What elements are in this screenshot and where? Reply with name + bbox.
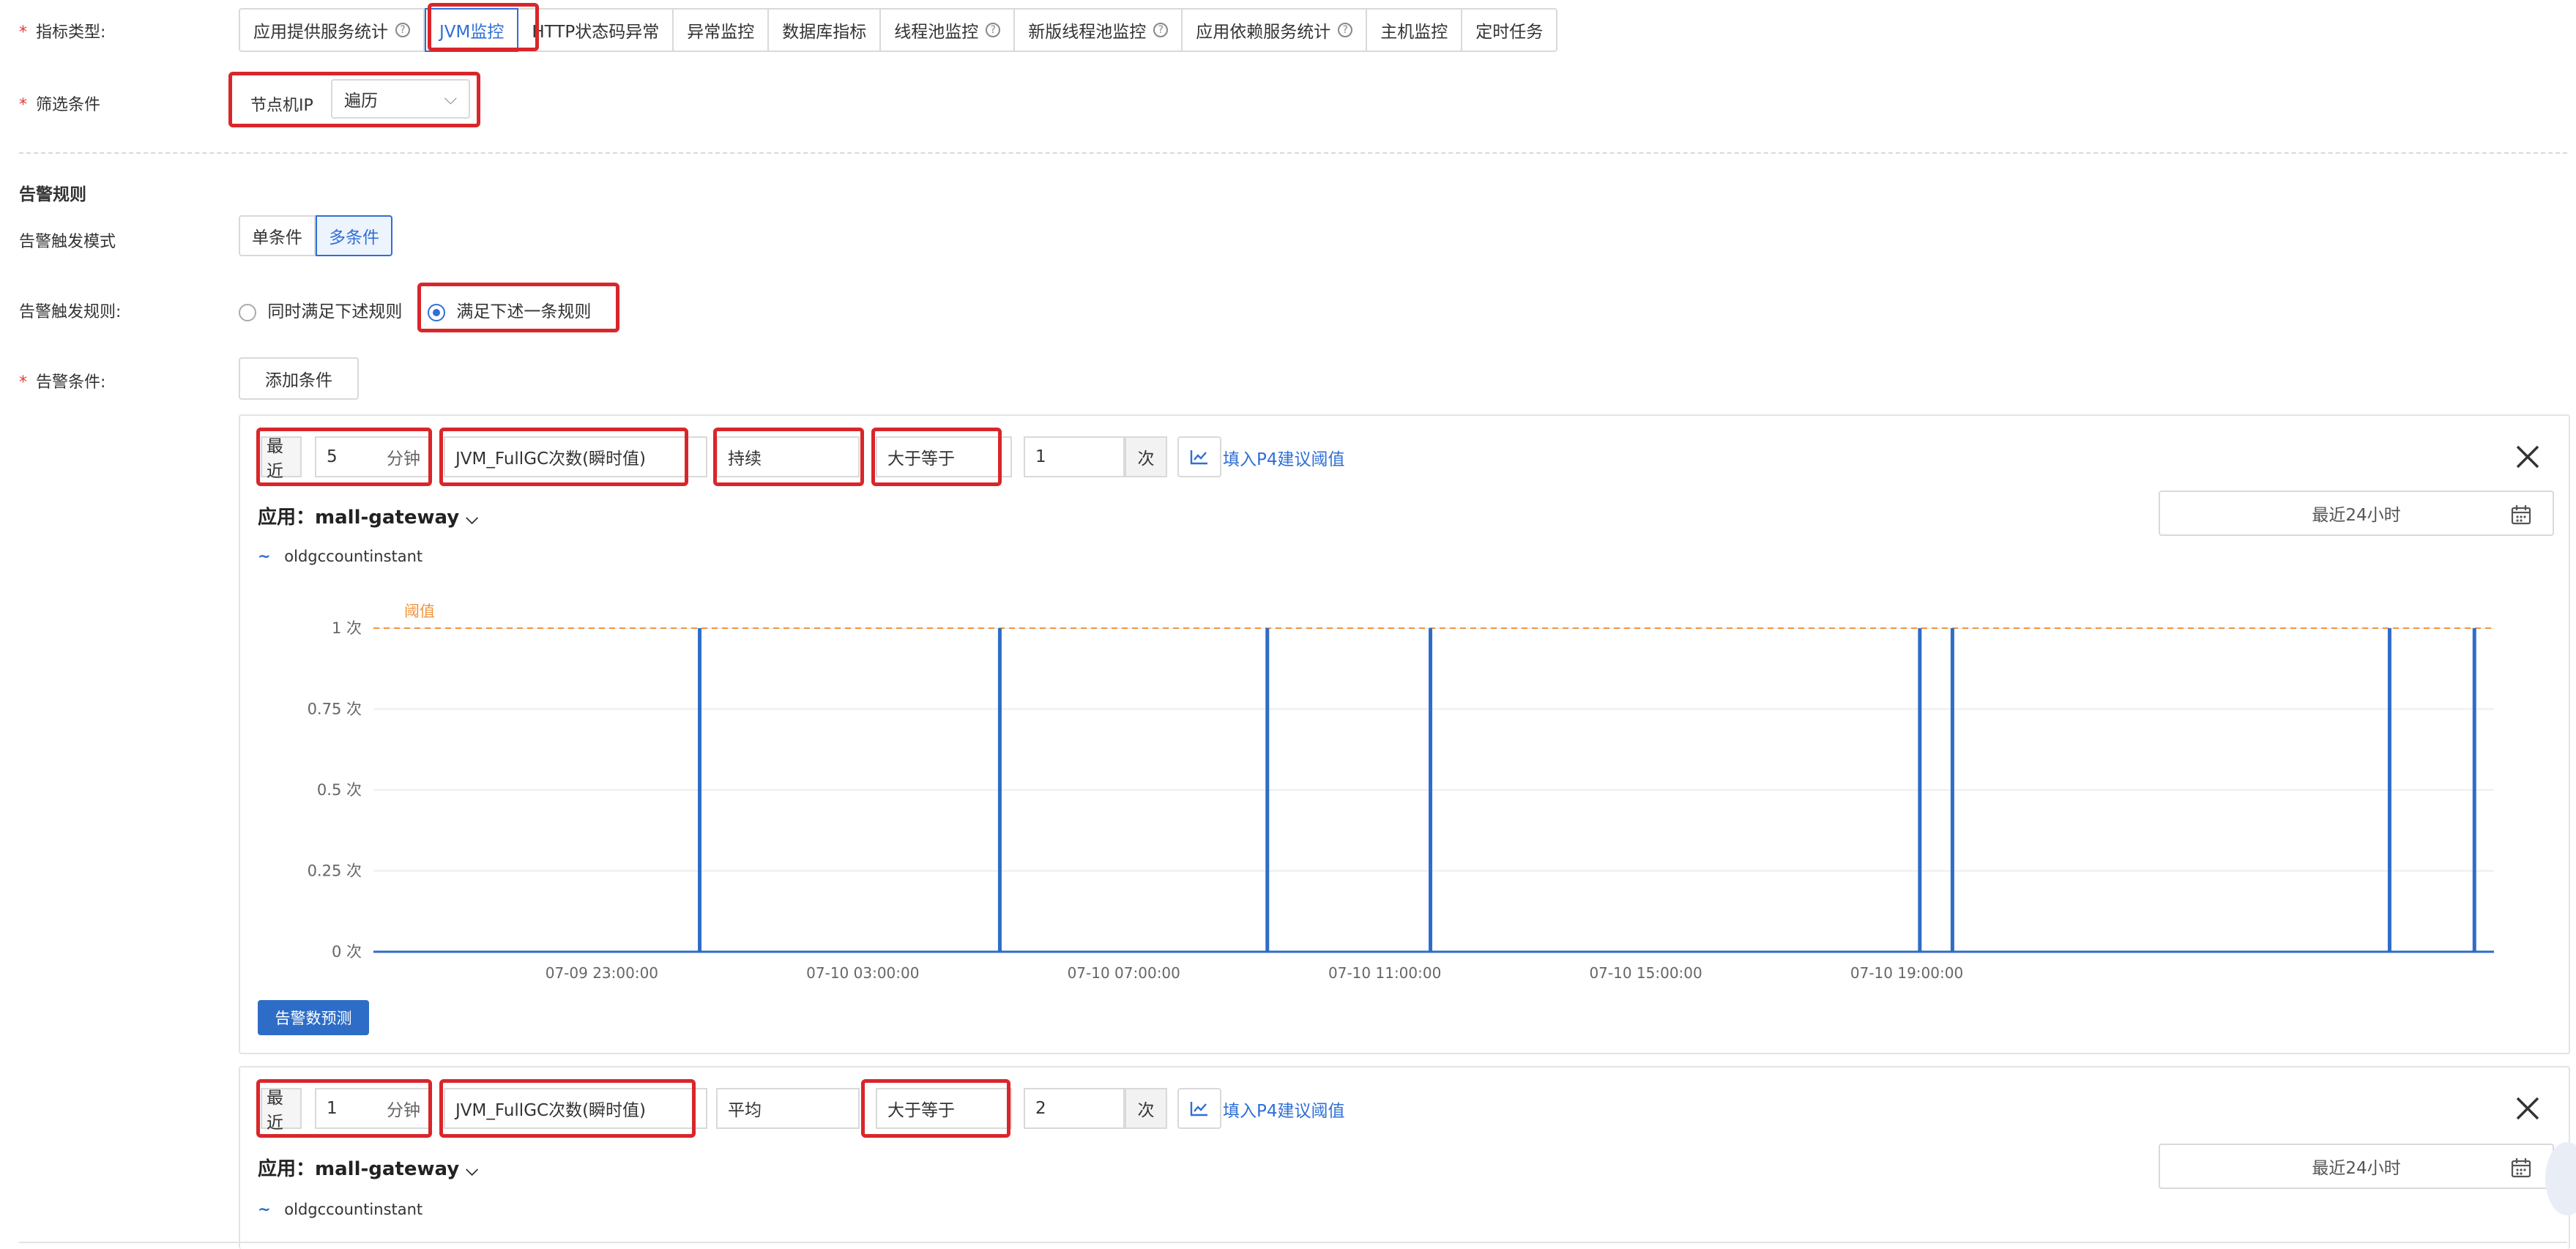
x-tick-label: 07-10 15:00:00 xyxy=(1589,964,1702,981)
divider xyxy=(19,1242,2567,1243)
y-tick-label: 0 次 xyxy=(332,943,362,961)
calendar-icon xyxy=(2511,505,2531,525)
condition-label: * 告警条件: xyxy=(19,373,106,392)
metric-type-label: * 指标类型: xyxy=(19,23,106,42)
metric-type-tabs: 应用提供服务统计? JVM监控 HTTP状态码异常 异常监控 数据库指标 线程池… xyxy=(239,8,1558,52)
suggest-threshold-link[interactable]: 填入P4建议阈值 xyxy=(1223,445,1345,470)
gc-count-chart: 0 次 0.25 次 0.5 次 0.75 次 1 次 07-09 23:00:00 07-… xyxy=(308,603,2494,981)
chart-legend[interactable]: ~ oldgccountinstant xyxy=(258,1201,422,1218)
x-tick-label: 07-10 07:00:00 xyxy=(1068,964,1180,981)
tab-database[interactable]: 数据库指标 xyxy=(769,10,882,51)
divider xyxy=(19,152,2567,154)
recent-input[interactable]: 1 分钟 xyxy=(315,1088,432,1129)
radio-checked-icon xyxy=(428,303,445,321)
operator-select[interactable]: 大于等于 xyxy=(876,436,1012,477)
add-condition-button[interactable]: 添加条件 xyxy=(239,357,359,400)
mode-single[interactable]: 单条件 xyxy=(239,215,316,256)
mode-multi[interactable]: 多条件 xyxy=(316,215,392,256)
tab-http-status[interactable]: HTTP状态码异常 xyxy=(518,10,674,51)
radio-icon xyxy=(239,303,256,321)
recent-input[interactable]: 5 分钟 xyxy=(315,436,432,477)
x-tick-label: 07-10 19:00:00 xyxy=(1850,964,1963,981)
time-range-picker[interactable]: 最近24小时 xyxy=(2159,1144,2554,1189)
threshold-label: 阈值 xyxy=(404,603,435,620)
recent-label: 最近 xyxy=(261,1088,302,1133)
trigger-option-all[interactable]: 同时满足下述规则 xyxy=(239,297,402,322)
y-tick-label: 0.25 次 xyxy=(308,862,362,880)
mode-label: 告警触发模式 xyxy=(19,233,116,251)
threshold-input[interactable]: 2 xyxy=(1024,1088,1125,1129)
close-icon[interactable] xyxy=(2507,436,2548,477)
chart-legend[interactable]: ~ oldgccountinstant xyxy=(258,548,422,565)
help-icon: ? xyxy=(395,23,410,37)
rules-title: 告警规则 xyxy=(19,185,86,204)
predict-alert-button[interactable]: 告警数预测 xyxy=(258,1000,369,1035)
chevron-down-icon: ⌵ xyxy=(444,89,457,108)
count-unit: 次 xyxy=(1125,1088,1167,1129)
tab-app-service-stats[interactable]: 应用提供服务统计? xyxy=(240,10,425,51)
count-unit: 次 xyxy=(1125,436,1167,477)
line-chart-icon xyxy=(1190,450,1207,465)
threshold-input[interactable]: 1 xyxy=(1024,436,1125,477)
time-range-picker[interactable]: 最近24小时 xyxy=(2159,491,2554,536)
calendar-icon xyxy=(2511,1158,2531,1178)
chevron-down-icon: ⌵ xyxy=(466,1161,478,1179)
node-ip-select[interactable]: 遍历 ⌵ xyxy=(331,79,470,119)
tab-new-threadpool[interactable]: 新版线程池监控? xyxy=(1015,10,1183,51)
tab-exception[interactable]: 异常监控 xyxy=(674,10,770,51)
operator-select[interactable]: 大于等于 xyxy=(876,1088,1012,1129)
filter-label: * 筛选条件 xyxy=(19,96,101,114)
app-selector[interactable]: 应用：mall-gateway ⌵ xyxy=(258,1154,478,1181)
trigger-label: 告警触发规则: xyxy=(19,303,122,321)
legend-line-icon: ~ xyxy=(258,548,271,565)
chart-toggle-button[interactable] xyxy=(1177,436,1221,477)
mode-toggle: 单条件 多条件 xyxy=(239,215,392,256)
tab-jvm[interactable]: JVM监控 xyxy=(425,8,519,52)
tab-host[interactable]: 主机监控 xyxy=(1367,10,1463,51)
y-tick-label: 1 次 xyxy=(332,619,362,637)
node-ip-label: 节点机IP xyxy=(250,97,313,115)
aggregation-select[interactable]: 持续 xyxy=(716,436,860,477)
tab-scheduled-task[interactable]: 定时任务 xyxy=(1462,10,1556,51)
legend-line-icon: ~ xyxy=(258,1201,271,1218)
close-icon[interactable] xyxy=(2507,1088,2548,1129)
help-icon: ? xyxy=(1153,23,1169,37)
aggregation-select[interactable]: 平均 xyxy=(716,1088,860,1129)
y-tick-label: 0.75 次 xyxy=(308,701,362,718)
chart-toggle-button[interactable] xyxy=(1177,1088,1221,1129)
x-tick-label: 07-09 23:00:00 xyxy=(546,964,658,981)
y-tick-label: 0.5 次 xyxy=(317,781,362,799)
metric-select[interactable]: JVM_FullGC次数(瞬时值) xyxy=(444,436,707,477)
x-tick-label: 07-10 03:00:00 xyxy=(806,964,919,981)
help-icon: ? xyxy=(1338,23,1353,37)
line-chart-icon xyxy=(1190,1102,1207,1116)
tab-threadpool[interactable]: 线程池监控? xyxy=(881,10,1016,51)
app-selector[interactable]: 应用：mall-gateway ⌵ xyxy=(258,502,478,529)
recent-label: 最近 xyxy=(261,436,302,481)
help-icon: ? xyxy=(986,23,1001,37)
chevron-down-icon: ⌵ xyxy=(466,510,478,528)
metric-select[interactable]: JVM_FullGC次数(瞬时值) xyxy=(444,1088,707,1129)
suggest-threshold-link[interactable]: 填入P4建议阈值 xyxy=(1223,1097,1345,1122)
trigger-option-any[interactable]: 满足下述一条规则 xyxy=(428,297,591,322)
x-tick-label: 07-10 11:00:00 xyxy=(1328,964,1441,981)
tab-dependency-stats[interactable]: 应用依赖服务统计? xyxy=(1183,10,1368,51)
